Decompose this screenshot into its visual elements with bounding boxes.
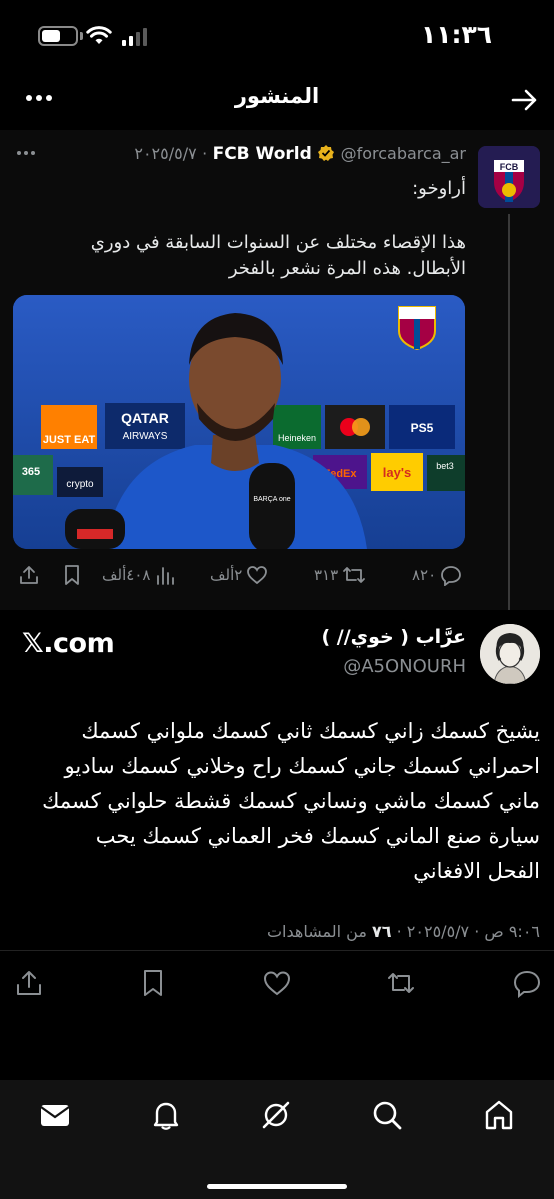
post-action-bar	[0, 968, 554, 1004]
nav-grok-button[interactable]	[259, 1098, 293, 1132]
battery-level	[42, 30, 60, 42]
retweet-button[interactable]: ٣١٣	[314, 562, 366, 588]
avatar-image	[480, 624, 540, 684]
status-bar: ١١:٣٦	[0, 0, 554, 76]
home-indicator	[207, 1184, 347, 1189]
nav-messages-button[interactable]	[38, 1098, 72, 1132]
fcb-crest-icon: FCB	[478, 146, 540, 208]
bookmark-icon	[65, 565, 79, 585]
verified-badge-icon	[317, 144, 335, 162]
interview-photo: JUST EAT QATAR AIRWAYS Heineken PS5 FedE…	[13, 295, 465, 549]
divider	[0, 950, 554, 951]
heart-icon	[247, 566, 268, 585]
post-text-line: سيارة صنع الماني كسمك فخر العماني كسمك ي…	[95, 824, 540, 848]
user-display-name[interactable]: عرَّاب ( خوي// )	[321, 626, 466, 648]
quoted-text-line: هذا الإقصاء مختلف عن السنوات السابقة في …	[90, 232, 466, 253]
sponsor-label: bet3	[436, 461, 454, 471]
mail-icon	[40, 1105, 70, 1126]
quoted-action-bar: ٨٢٠ ٣١٣ ٢ألف ٤٠٨ألف	[0, 558, 476, 592]
mic-label: BARÇA one	[253, 496, 290, 503]
quoted-post[interactable]: FCB FCB World @forcabarca_ar · ٢٠٢٥/٥/٧ …	[0, 130, 554, 610]
back-button[interactable]	[508, 84, 540, 116]
home-icon	[485, 1100, 513, 1130]
retweet-button[interactable]	[386, 968, 416, 998]
like-count: ٢ألف	[210, 566, 243, 584]
share-icon	[20, 566, 38, 584]
views-button[interactable]: ٤٠٨ألف	[102, 562, 176, 588]
sponsor-label: QATAR	[121, 410, 169, 426]
author-avatar[interactable]: FCB	[478, 146, 540, 208]
nav-home-button[interactable]	[482, 1098, 516, 1132]
post-text-line: ماني كسمك ماشي ونساني كسمك قشطة حلواني ك…	[42, 789, 540, 813]
views-count[interactable]: ٧٦	[372, 922, 392, 941]
retweet-icon	[343, 567, 366, 583]
bottom-navigation	[0, 1080, 554, 1199]
author-handle[interactable]: @forcabarca_ar	[341, 144, 466, 163]
quoted-post-header: FCB World @forcabarca_ar · ٢٠٢٥/٥/٧	[134, 144, 466, 170]
sponsor-label: 365	[22, 466, 40, 478]
quoted-more-button[interactable]	[16, 148, 36, 158]
analytics-icon	[157, 567, 175, 585]
sponsor-label: lay's	[383, 465, 411, 480]
sponsor-label: PS5	[411, 421, 434, 435]
sponsor-label: crypto	[66, 479, 94, 490]
post-media-image[interactable]: JUST EAT QATAR AIRWAYS Heineken PS5 FedE…	[13, 295, 465, 549]
user-handle[interactable]: @A5ONOURH	[343, 656, 466, 677]
heart-icon	[263, 971, 291, 996]
post-body: يشيخ كسمك زاني كسمك ثاني كسمك ملواني كسم…	[12, 714, 540, 889]
quoted-text-line: أراوخو:	[412, 178, 466, 199]
post-header: المنشور	[0, 76, 554, 126]
share-button[interactable]	[14, 968, 44, 998]
bookmark-button[interactable]	[62, 562, 82, 588]
bookmark-button[interactable]	[138, 968, 168, 998]
thread-line	[508, 214, 510, 610]
views-count: ٤٠٨ألف	[102, 566, 151, 584]
avatar-text: FCB	[500, 162, 519, 172]
like-button[interactable]: ٢ألف	[210, 562, 268, 588]
search-icon	[373, 1101, 402, 1130]
reply-count: ٨٢٠	[412, 566, 437, 584]
reply-button[interactable]	[512, 968, 542, 998]
post-text-line: الفحل الافغاني	[413, 859, 540, 883]
post-meta: ٩:٠٦ ص · ٢٠٢٥/٥/٧ · ٧٦ من المشاهدات	[267, 922, 540, 941]
bell-icon	[153, 1102, 179, 1130]
battery-tip	[80, 32, 83, 40]
separator-dot: ·	[202, 144, 208, 163]
post-date: ٢٠٢٥/٥/٧	[134, 144, 197, 163]
x-watermark: 𝕏.com	[22, 628, 115, 659]
retweet-icon	[388, 973, 414, 993]
reply-button[interactable]: ٨٢٠	[412, 562, 462, 588]
user-avatar[interactable]	[480, 624, 540, 684]
post-datetime: ٩:٠٦ ص · ٢٠٢٥/٥/٧	[406, 922, 540, 941]
wifi-icon	[86, 24, 112, 46]
grok-icon	[262, 1101, 290, 1129]
post-text-line: يشيخ كسمك زاني كسمك ثاني كسمك ملواني كسم…	[81, 719, 540, 743]
status-time: ١١:٣٦	[420, 20, 492, 49]
sponsor-label: Heineken	[278, 433, 316, 443]
reply-icon	[441, 566, 462, 586]
views-label: من المشاهدات	[266, 922, 367, 941]
like-button[interactable]	[262, 968, 292, 998]
retweet-count: ٣١٣	[314, 566, 339, 584]
nav-search-button[interactable]	[370, 1098, 404, 1132]
reply-icon	[513, 970, 541, 998]
quoted-text-line: الأبطال. هذه المرة نشعر بالفخر	[228, 258, 466, 279]
nav-notifications-button[interactable]	[149, 1098, 183, 1132]
bookmark-icon	[144, 970, 162, 996]
share-button[interactable]	[18, 562, 40, 588]
sponsor-label: AIRWAYS	[123, 431, 168, 442]
battery-icon	[38, 26, 78, 46]
more-icon	[17, 151, 35, 155]
cellular-signal-icon	[122, 28, 150, 46]
post-text-line: احمراني كسمك جاني كسمك راح وخلاني كسمك س…	[64, 754, 540, 778]
page-title: المنشور	[234, 84, 320, 108]
separator-dot: ·	[396, 922, 402, 941]
share-icon	[17, 971, 41, 995]
arrow-right-icon	[511, 89, 537, 111]
author-name[interactable]: FCB World	[213, 144, 312, 164]
sponsor-label: JUST EAT	[43, 434, 96, 446]
